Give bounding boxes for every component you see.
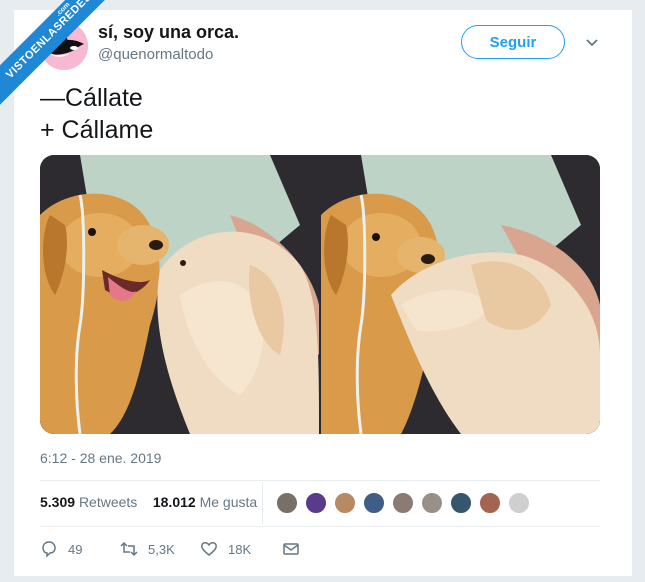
tweet-text-line-2: + Cállame (40, 116, 154, 144)
liker-avatar[interactable] (420, 491, 444, 515)
liker-avatar[interactable] (275, 491, 299, 515)
puppies-photo-1 (40, 155, 319, 434)
retweets-label: Retweets (78, 494, 138, 510)
heart-icon (201, 542, 217, 556)
like-count: 18K (228, 541, 252, 557)
display-name[interactable]: sí, soy una orca. (98, 22, 239, 43)
retweet-button[interactable]: 5,3K (120, 540, 175, 558)
liker-avatar[interactable] (362, 491, 386, 515)
chevron-down-icon[interactable] (585, 36, 599, 50)
like-button[interactable]: 18K (200, 540, 251, 558)
photo-left[interactable] (40, 155, 319, 434)
liker-avatar[interactable] (478, 491, 502, 515)
timestamp[interactable]: 6:12 - 28 ene. 2019 (40, 450, 161, 466)
retweet-count: 5,3K (148, 541, 175, 557)
liker-avatar[interactable] (304, 491, 328, 515)
liker-avatar[interactable] (391, 491, 415, 515)
tweet-text-line-1: —Cállate (40, 84, 143, 112)
puppies-photo-2 (321, 155, 600, 434)
stats-separator (262, 482, 263, 524)
divider-top (40, 480, 600, 481)
follow-button[interactable]: Seguir (461, 25, 565, 59)
liker-avatar[interactable] (507, 491, 531, 515)
engagement-stats[interactable]: 5.309 Retweets 18.012 Me gusta (40, 494, 257, 510)
reply-button[interactable]: 49 (40, 540, 82, 558)
retweet-icon (120, 541, 138, 557)
likes-label: Me gusta (199, 494, 258, 510)
likes-count: 18.012 (152, 494, 196, 510)
liker-avatar[interactable] (449, 491, 473, 515)
message-button[interactable] (282, 540, 300, 558)
reply-count: 49 (68, 541, 83, 557)
retweets-count: 5.309 (40, 494, 76, 510)
envelope-icon (283, 543, 299, 555)
liker-avatar[interactable] (333, 491, 357, 515)
photo-right[interactable] (321, 155, 600, 434)
handle[interactable]: @quenormaltodo (98, 46, 213, 63)
reply-icon (42, 541, 56, 558)
divider-bottom (40, 526, 600, 527)
media-grid[interactable] (40, 155, 600, 434)
